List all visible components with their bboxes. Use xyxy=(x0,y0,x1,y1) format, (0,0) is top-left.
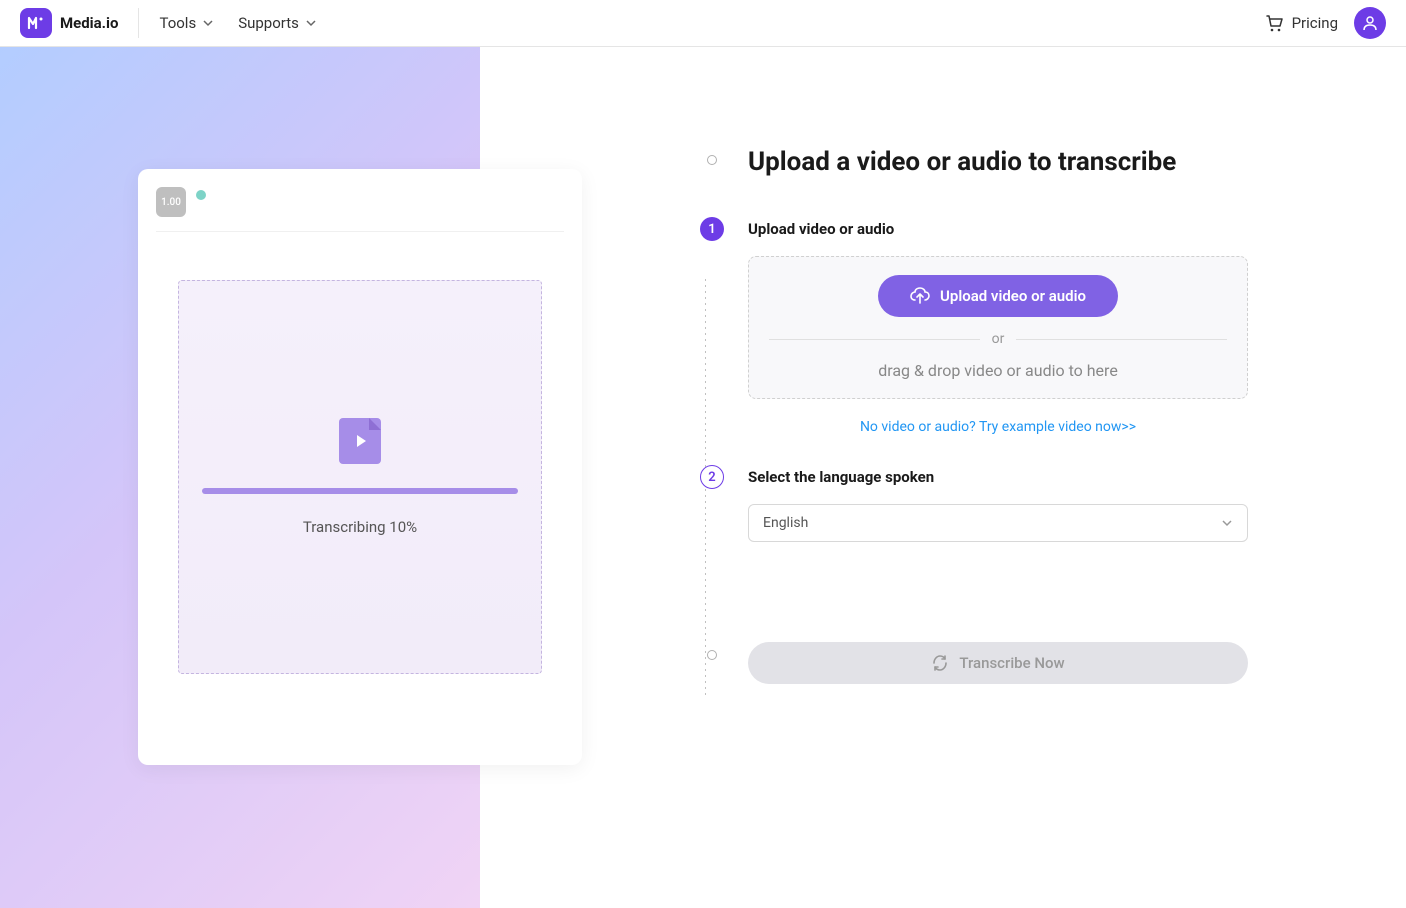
chevron-down-icon xyxy=(202,17,214,29)
right-panel: Upload a video or audio to transcribe 1 … xyxy=(480,47,1406,908)
page-title: Upload a video or audio to transcribe xyxy=(748,147,1248,177)
header-right: Pricing xyxy=(1264,7,1386,39)
refresh-icon xyxy=(931,654,949,672)
chevron-down-icon xyxy=(1221,517,1233,529)
upload-button[interactable]: Upload video or audio xyxy=(878,275,1118,317)
left-panel: 1.00 Transcribing 10% xyxy=(0,47,480,908)
progress-bar xyxy=(202,488,518,494)
language-value: English xyxy=(763,515,808,531)
progress-text: Transcribing 10% xyxy=(303,518,417,536)
play-icon xyxy=(357,435,366,447)
step-1-label: Upload video or audio xyxy=(748,220,1248,238)
step-marker-title xyxy=(707,155,717,165)
avatar[interactable] xyxy=(1354,7,1386,39)
title-row: Upload a video or audio to transcribe xyxy=(700,147,1346,217)
logo-text: Media.io xyxy=(60,14,118,32)
or-divider: or xyxy=(769,331,1227,347)
pricing-label: Pricing xyxy=(1292,14,1338,32)
user-icon xyxy=(1362,15,1378,31)
cloud-upload-icon xyxy=(910,287,930,305)
step-2-label: Select the language spoken xyxy=(748,468,1248,486)
logo[interactable]: Media.io xyxy=(20,8,139,38)
transcribe-button-label: Transcribe Now xyxy=(959,654,1064,672)
or-text: or xyxy=(992,331,1005,347)
nav-supports-label: Supports xyxy=(238,14,299,32)
example-video-link[interactable]: No video or audio? Try example video now… xyxy=(748,419,1248,435)
aspect-badge: 1.00 xyxy=(156,187,186,217)
nav-supports[interactable]: Supports xyxy=(238,14,317,32)
language-select[interactable]: English xyxy=(748,504,1248,542)
nav-tools[interactable]: Tools xyxy=(159,14,214,32)
main: 1.00 Transcribing 10% Upload a video or … xyxy=(0,47,1406,908)
header-left: Media.io Tools Supports xyxy=(20,8,341,38)
transcribe-button[interactable]: Transcribe Now xyxy=(748,642,1248,684)
nav-tools-label: Tools xyxy=(159,14,196,32)
pricing-link[interactable]: Pricing xyxy=(1264,13,1338,33)
video-file-icon xyxy=(339,418,381,464)
step-2-row: 2 Select the language spoken English xyxy=(700,465,1346,542)
upload-dropzone[interactable]: Upload video or audio or drag & drop vid… xyxy=(748,256,1248,399)
status-dot xyxy=(196,190,206,200)
cart-icon xyxy=(1264,13,1284,33)
step-marker-end xyxy=(707,650,717,660)
chevron-down-icon xyxy=(305,17,317,29)
upload-button-label: Upload video or audio xyxy=(940,287,1086,305)
transcribe-row: Transcribe Now xyxy=(700,642,1346,684)
header: Media.io Tools Supports Pricing xyxy=(0,0,1406,47)
step-1-row: 1 Upload video or audio Upload video or … xyxy=(700,217,1346,465)
drag-drop-text: drag & drop video or audio to here xyxy=(769,361,1227,380)
logo-icon xyxy=(20,8,52,38)
step-1-marker: 1 xyxy=(700,217,724,241)
step-2-marker: 2 xyxy=(700,465,724,489)
